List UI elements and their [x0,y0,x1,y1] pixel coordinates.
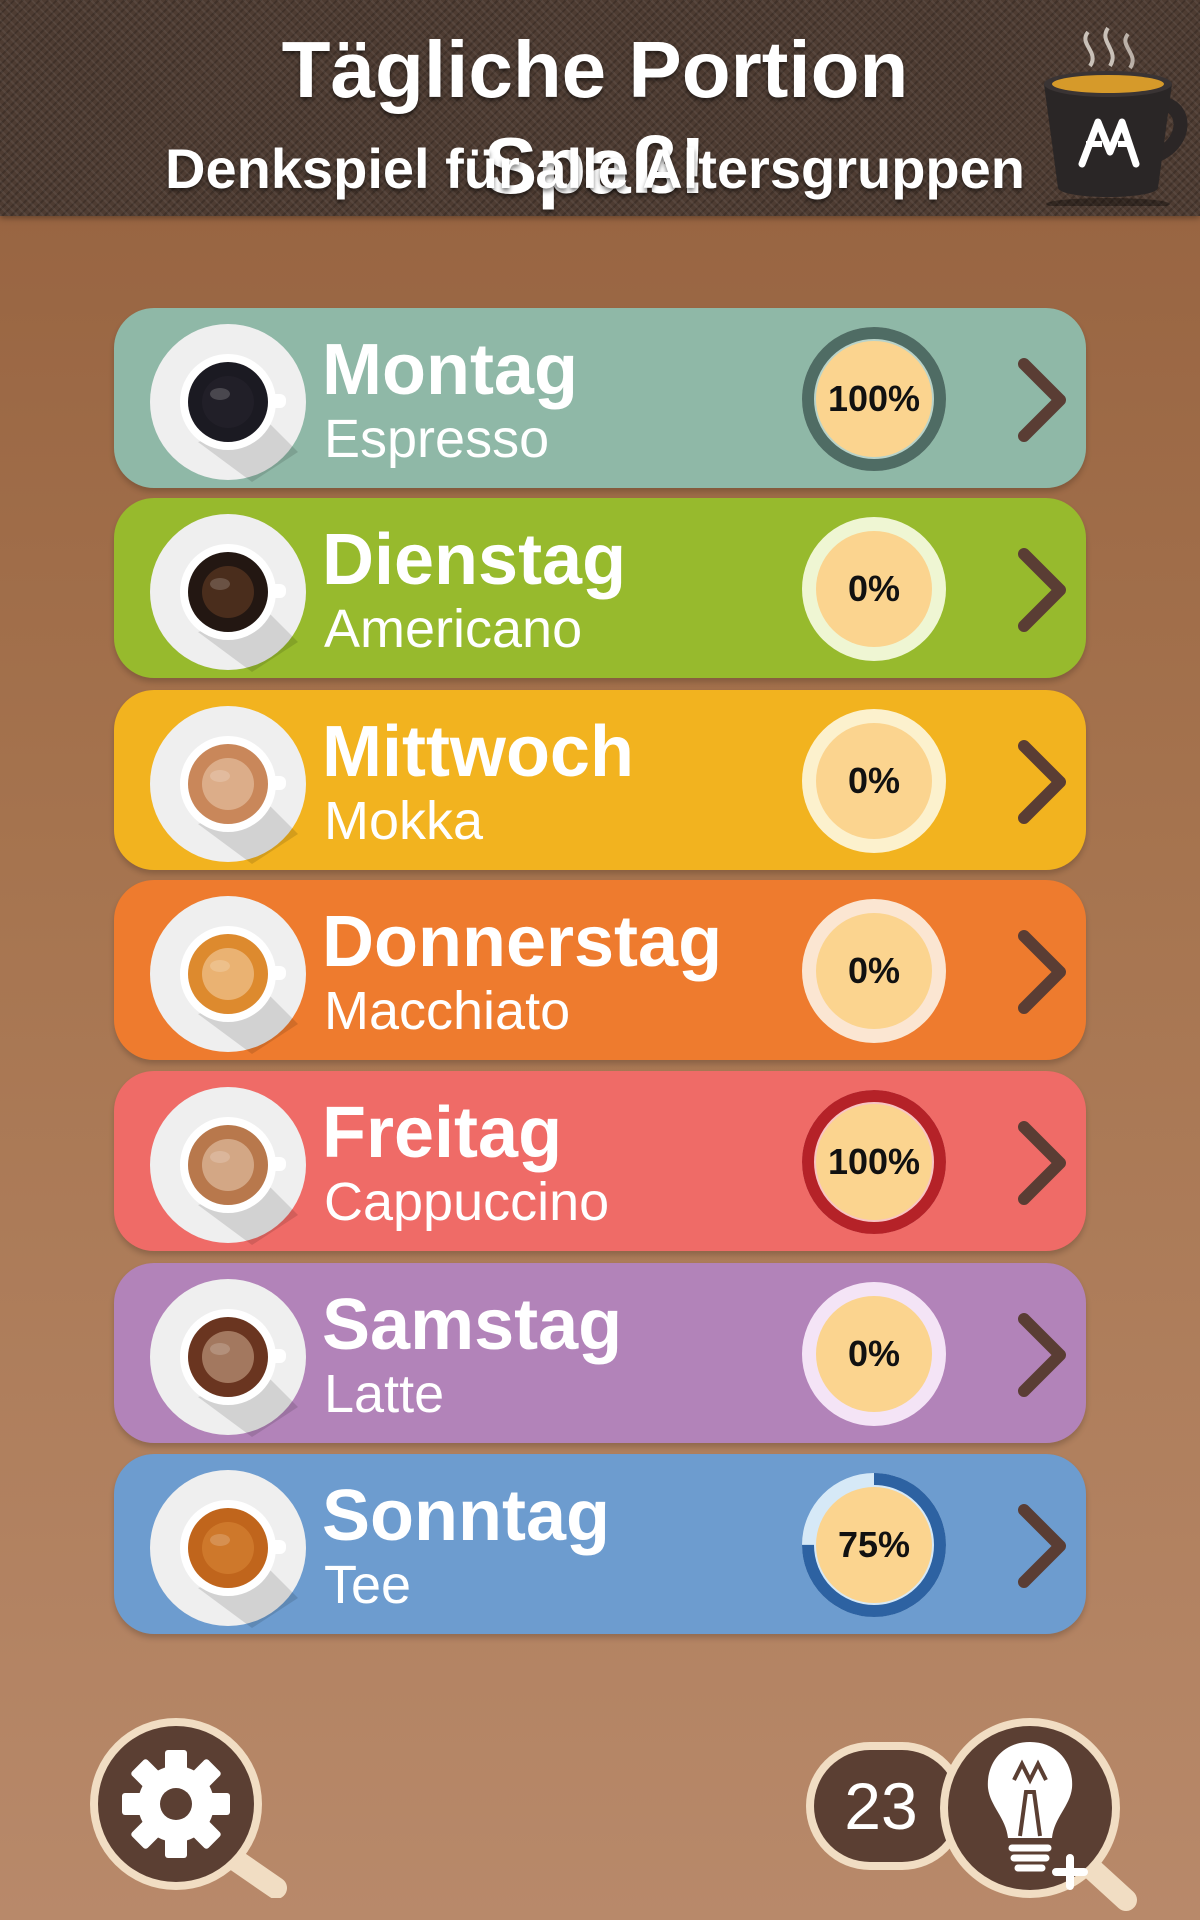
day-row-freitag[interactable]: Freitag Cappuccino 100% [114,1071,1086,1251]
progress-percent: 75% [837,1524,911,1565]
day-name: Samstag [322,1285,623,1365]
day-name: Donnerstag [322,902,723,982]
day-name: Freitag [322,1093,563,1173]
day-row-samstag[interactable]: Samstag Latte 0% [114,1263,1086,1443]
progress-percent: 100% [827,378,921,419]
day-name: Montag [322,330,578,410]
coffee-cup-icon [150,1087,306,1245]
day-name: Sonntag [322,1476,610,1556]
coffee-cup-logo-icon [1044,26,1188,206]
day-row-montag[interactable]: Montag Espresso 100% [114,308,1086,488]
progress-percent: 0% [847,568,901,609]
chevron-right-icon [1018,1504,1066,1588]
drink-name: Espresso [324,409,550,469]
drink-name: Tee [324,1555,412,1615]
progress-percent: 100% [827,1141,921,1182]
coffee-cup-icon [150,514,306,672]
progress-percent: 0% [847,760,901,801]
chevron-right-icon [1018,740,1066,824]
hint-button[interactable] [930,1718,1140,1918]
app-subtitle: Denkspiel für alle Altersgruppen [165,137,1025,200]
drink-name: Latte [324,1364,445,1424]
coffee-cup-icon [150,1279,306,1437]
coffee-cup-icon [150,896,306,1054]
gear-icon [122,1750,230,1858]
progress-percent: 0% [847,1333,901,1374]
header-bar: Tägliche Portion Spaß! Denkspiel für all… [0,0,1200,216]
day-row-mittwoch[interactable]: Mittwoch Mokka 0% [114,690,1086,870]
drink-name: Americano [324,599,583,659]
progress-percent: 0% [847,950,901,991]
day-row-dienstag[interactable]: Dienstag Americano 0% [114,498,1086,678]
day-row-sonntag[interactable]: Sonntag Tee 75% [114,1454,1086,1634]
chevron-right-icon [1018,1313,1066,1397]
coffee-cup-icon [150,324,306,482]
day-name: Dienstag [322,520,627,600]
settings-button[interactable] [88,1718,288,1898]
drink-name: Macchiato [324,981,571,1041]
day-row-donnerstag[interactable]: Donnerstag Macchiato 0% [114,880,1086,1060]
drink-name: Mokka [324,791,484,851]
chevron-right-icon [1018,548,1066,632]
coffee-cup-icon [150,1470,306,1628]
chevron-right-icon [1018,930,1066,1014]
day-name: Mittwoch [322,712,634,792]
chevron-right-icon [1018,358,1066,442]
drink-name: Cappuccino [324,1172,610,1232]
chevron-right-icon [1018,1121,1066,1205]
coffee-cup-icon [150,706,306,864]
